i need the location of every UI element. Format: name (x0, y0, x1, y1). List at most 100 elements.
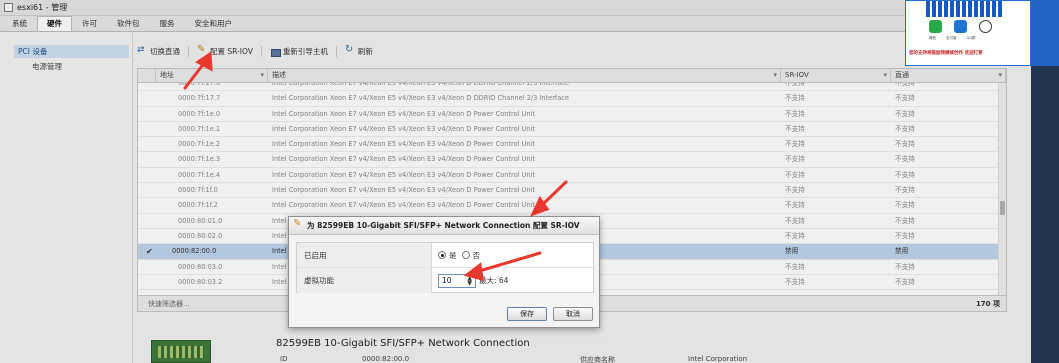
tab-security-users[interactable]: 安全和用户 (185, 16, 243, 31)
cell-address: 0000:80:03.0 (178, 262, 223, 271)
cell-passthrough: 不支持 (895, 186, 915, 195)
row-checkbox[interactable] (138, 83, 156, 90)
table-row[interactable]: 0000:7f:1e.2 Intel Corporation Xeon E7 v4… (138, 137, 1006, 153)
toggle-passthrough-label: 切换直通 (150, 47, 180, 56)
tab-licensing[interactable]: 许可 (72, 16, 107, 31)
chevron-down-icon[interactable]: ▾ (998, 69, 1002, 82)
overlay-dark-area (1031, 66, 1059, 363)
radio-yes[interactable] (438, 251, 446, 259)
column-header-address[interactable]: 地址 ▾ (156, 69, 268, 82)
cell-description: Intel Corporation Xeon E7 v4/Xeon E5 v4/… (272, 170, 535, 179)
table-row[interactable]: 0000:7f:17.6 Intel Corporation Xeon E7 v4… (138, 83, 1006, 92)
cell-passthrough: 不支持 (895, 94, 915, 103)
row-checkbox[interactable] (138, 275, 156, 289)
cell-address: 0000:82:00.0 (172, 247, 217, 256)
virtual-functions-label: 虚拟功能 (297, 268, 432, 293)
column-header-description[interactable]: 描述 ▾ (268, 69, 781, 82)
toggle-passthrough-button[interactable]: 切换直通 (137, 45, 180, 57)
dialog-titlebar[interactable]: 为 82599EB 10-Gigabit SFI/SFP+ Network Co… (289, 217, 599, 235)
cell-passthrough: 禁用 (895, 247, 909, 256)
row-checkbox[interactable] (138, 214, 156, 228)
refresh-button[interactable]: 刷新 (345, 44, 373, 57)
table-row[interactable]: 0000:7f:1f.2 Intel Corporation Xeon E7 v4… (138, 198, 1006, 214)
row-checkbox[interactable] (138, 107, 156, 121)
cell-address: 0000:7f:1f.2 (178, 201, 218, 210)
row-checkbox[interactable] (138, 152, 156, 166)
quick-filter-input[interactable]: 快速筛选器... (148, 299, 190, 309)
configure-sriov-button[interactable]: 配置 SR-IOV (197, 44, 253, 57)
cell-passthrough: 不支持 (895, 83, 915, 87)
virtual-functions-value[interactable]: 10 (442, 276, 452, 285)
row-checkbox[interactable] (138, 91, 156, 105)
row-checkbox[interactable] (138, 229, 156, 243)
scrollbar-thumb[interactable] (1000, 201, 1005, 215)
cell-description: Intel Corporation Xeon E7 v4/Xeon E5 v4/… (272, 186, 535, 195)
donation-icon-labels: 微信 支付宝 QQ群 (929, 36, 976, 41)
row-checkbox[interactable]: ✔ (138, 244, 156, 258)
tab-system[interactable]: 系统 (2, 16, 37, 31)
reboot-host-button[interactable]: 重新引导主机 (270, 46, 328, 57)
cell-sriov: 不支持 (785, 109, 805, 118)
row-checkbox[interactable] (138, 183, 156, 197)
cell-address: 0000:80:03.2 (178, 277, 223, 286)
cell-sriov: 不支持 (785, 216, 805, 225)
detail-vendor-value: Intel Corporation (688, 355, 748, 363)
chevron-down-icon[interactable]: ▾ (773, 69, 777, 82)
tab-hardware[interactable]: 硬件 (37, 16, 72, 31)
radio-no-label[interactable]: 否 (473, 250, 481, 261)
cell-sriov: 不支持 (785, 170, 805, 179)
virtual-functions-row: 虚拟功能 10 ▲ ▼ 最大: 64 (297, 268, 593, 293)
tab-packages[interactable]: 软件包 (107, 16, 150, 31)
column-header-sriov[interactable]: SR-IOV ▾ (781, 69, 891, 82)
table-row[interactable]: 0000:7f:1e.4 Intel Corporation Xeon E7 v4… (138, 168, 1006, 184)
device-detail-title: 82599EB 10-Gigabit SFI/SFP+ Network Conn… (276, 338, 530, 349)
vertical-scrollbar[interactable] (998, 83, 1006, 296)
cell-description: Intel Corporation Xeon E7 v4/Xeon E5 v4/… (272, 201, 535, 210)
cell-passthrough: 不支持 (895, 231, 915, 240)
checkmark-icon: ✔ (146, 247, 153, 257)
sidebar-item-pci-devices[interactable]: PCI 设备 (14, 45, 129, 58)
sidebar-item-power-management[interactable]: 电源管理 (14, 60, 129, 73)
network-card-image (151, 340, 211, 363)
radio-no[interactable] (461, 251, 470, 259)
configure-sriov-label: 配置 SR-IOV (210, 47, 253, 56)
table-row[interactable]: 0000:7f:1e.3 Intel Corporation Xeon E7 v4… (138, 152, 1006, 168)
qq-label: QQ群 (966, 36, 976, 40)
table-row[interactable]: 0000:7f:17.7 Intel Corporation Xeon E7 v4… (138, 91, 1006, 107)
cell-passthrough: 不支持 (895, 124, 915, 133)
tab-bar: 系统 硬件 许可 软件包 服务 安全和用户 (0, 16, 1059, 32)
table-row[interactable]: 0000:7f:1e.1 Intel Corporation Xeon E7 v4… (138, 122, 1006, 138)
cell-sriov: 不支持 (785, 124, 805, 133)
stepper-arrows-icon[interactable]: ▲ ▼ (467, 275, 472, 286)
enabled-options: 是 否 (432, 243, 480, 267)
chevron-down-icon[interactable]: ▾ (260, 69, 264, 82)
cell-address: 0000:7f:1e.2 (178, 140, 221, 149)
donation-overlay: 微信 支付宝 QQ群 您的支持将鼓励我继续创作 欢迎打赏 (905, 0, 1031, 66)
table-row[interactable]: 0000:7f:1f.0 Intel Corporation Xeon E7 v4… (138, 183, 1006, 199)
cell-sriov: 不支持 (785, 94, 805, 103)
save-button[interactable]: 保存 (507, 307, 547, 321)
chevron-down-icon[interactable]: ▾ (883, 69, 887, 82)
cell-address: 0000:80:02.0 (178, 231, 223, 240)
table-row[interactable]: 0000:7f:1e.0 Intel Corporation Xeon E7 v4… (138, 107, 1006, 122)
cancel-button[interactable]: 取消 (553, 307, 593, 321)
row-checkbox[interactable] (138, 260, 156, 274)
cell-sriov: 不支持 (785, 186, 805, 195)
row-checkbox[interactable] (138, 198, 156, 212)
virtual-functions-stepper[interactable]: 10 ▲ ▼ (438, 273, 476, 288)
toolbar-divider (188, 46, 189, 57)
cell-sriov: 不支持 (785, 231, 805, 240)
pencil-icon (197, 44, 207, 57)
column-header-address-label: 地址 (160, 71, 174, 79)
radio-yes-label[interactable]: 是 (449, 250, 457, 261)
row-checkbox[interactable] (138, 168, 156, 182)
column-header-passthrough[interactable]: 直通 ▾ (891, 69, 1006, 82)
row-checkbox[interactable] (138, 137, 156, 151)
cell-passthrough: 不支持 (895, 277, 915, 286)
select-all-checkbox[interactable] (138, 69, 156, 82)
refresh-icon (345, 44, 355, 57)
dialog-title: 为 82599EB 10-Gigabit SFI/SFP+ Network Co… (307, 221, 580, 230)
row-checkbox[interactable] (138, 122, 156, 136)
tab-services[interactable]: 服务 (150, 16, 185, 31)
detail-vendor-label: 供应商名称 (580, 356, 615, 363)
